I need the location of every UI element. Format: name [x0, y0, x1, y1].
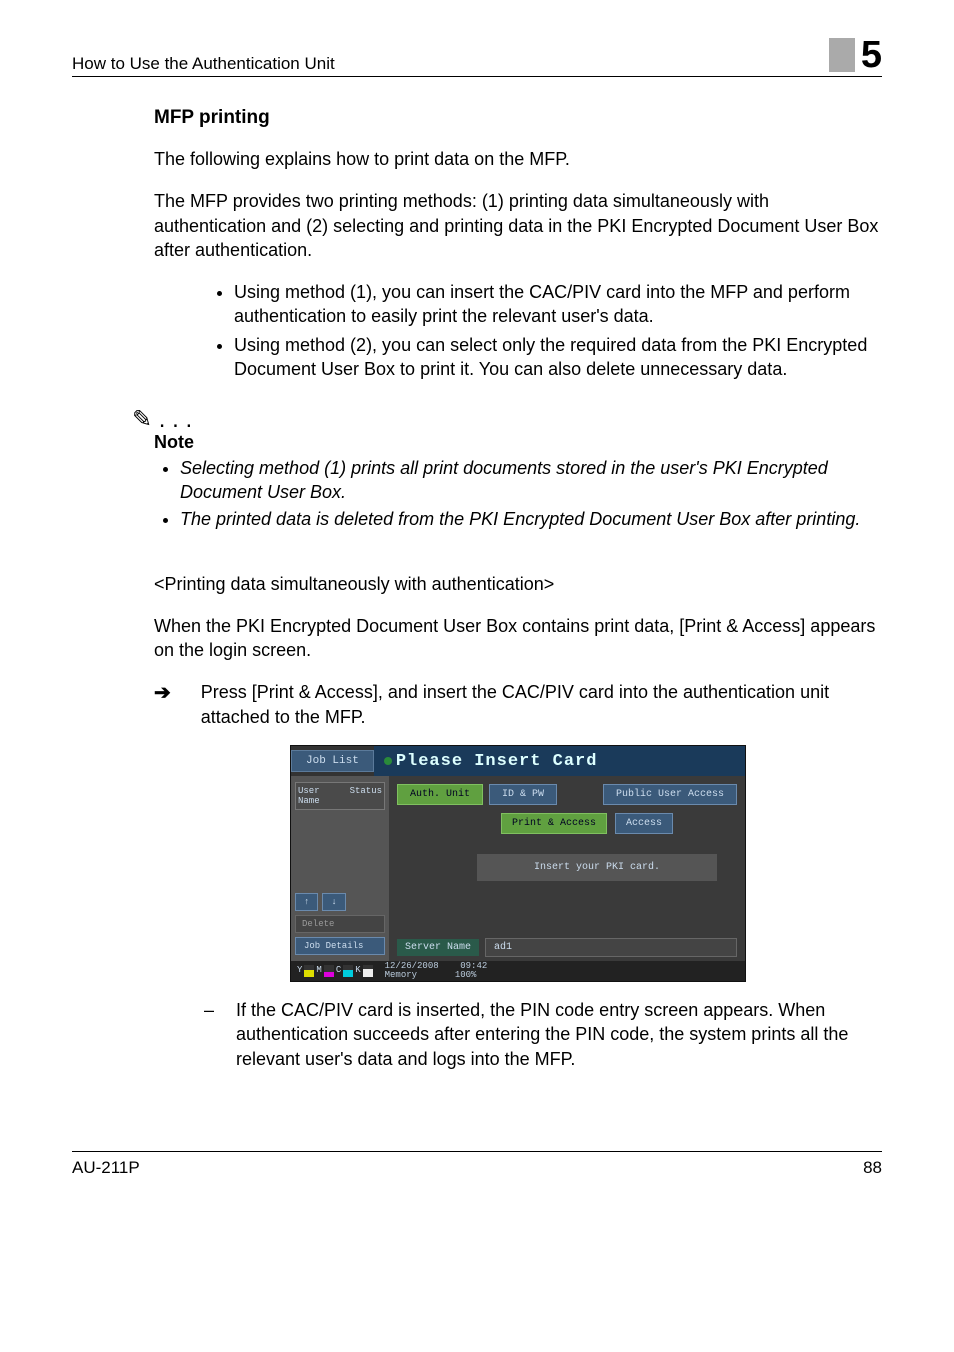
scroll-up-button[interactable]: ↑: [295, 893, 318, 911]
bullet-list: Using method (1), you can insert the CAC…: [154, 280, 882, 381]
step-row: ➔ Press [Print & Access], and insert the…: [154, 680, 882, 729]
col-user: UserName: [298, 786, 320, 806]
toner-levels: Y M C K: [291, 965, 379, 977]
note-list: Selecting method (1) prints all print do…: [154, 457, 882, 531]
toner-y-icon: [304, 965, 314, 977]
paragraph: When the PKI Encrypted Document User Box…: [154, 614, 882, 663]
header-title: How to Use the Authentication Unit: [72, 54, 335, 74]
tab-public-access[interactable]: Public User Access: [603, 784, 737, 805]
bullet-item: Using method (2), you can select only th…: [234, 333, 882, 382]
toner-c-icon: [343, 965, 353, 977]
scroll-down-button[interactable]: ↓: [322, 893, 345, 911]
access-button[interactable]: Access: [615, 813, 673, 834]
toner-m-label: M: [316, 965, 321, 977]
dash-icon: –: [204, 998, 214, 1071]
tab-id-pw[interactable]: ID & PW: [489, 784, 557, 805]
note-item: The printed data is deleted from the PKI…: [180, 508, 882, 531]
section-heading: MFP printing: [154, 107, 882, 129]
page-header: How to Use the Authentication Unit 5: [72, 36, 882, 77]
server-name-value[interactable]: ad1: [485, 938, 737, 957]
subheading: <Printing data simultaneously with authe…: [154, 572, 882, 596]
print-access-button[interactable]: Print & Access: [501, 813, 607, 834]
delete-button[interactable]: Delete: [295, 915, 385, 933]
job-list-tab[interactable]: Job List: [291, 750, 374, 772]
step-text: Press [Print & Access], and insert the C…: [201, 680, 882, 729]
tab-auth-unit[interactable]: Auth. Unit: [397, 784, 483, 805]
toner-c-label: C: [336, 965, 341, 977]
toner-k-label: K: [355, 965, 360, 977]
col-status: Status: [350, 786, 382, 806]
note-icon: ✎ . . .: [132, 405, 882, 434]
toner-m-icon: [324, 965, 334, 977]
note-label: Note: [154, 432, 882, 453]
footer-datetime: 12/26/2008 09:42 Memory 100%: [379, 962, 494, 980]
footer-model: AU-211P: [72, 1158, 140, 1178]
bullet-item: Using method (1), you can insert the CAC…: [234, 280, 882, 329]
server-name-label: Server Name: [397, 939, 479, 956]
job-details-button[interactable]: Job Details: [295, 937, 385, 955]
substep-text: If the CAC/PIV card is inserted, the PIN…: [236, 998, 882, 1071]
arrow-icon: ➔: [154, 680, 171, 729]
note-item: Selecting method (1) prints all print do…: [180, 457, 882, 504]
footer-page: 88: [863, 1158, 882, 1178]
toner-k-icon: [363, 965, 373, 977]
toner-y-label: Y: [297, 965, 302, 977]
paragraph: The MFP provides two printing methods: (…: [154, 189, 882, 262]
mfp-screenshot: Job List Please Insert Card UserName Sta…: [290, 745, 746, 982]
mfp-sidebar: UserName Status ↑ ↓ Delete Job Details: [291, 776, 389, 961]
header-band: [829, 38, 855, 72]
paragraph: The following explains how to print data…: [154, 147, 882, 171]
mfp-title: Please Insert Card: [374, 746, 745, 776]
substep-row: – If the CAC/PIV card is inserted, the P…: [204, 998, 882, 1071]
chapter-number: 5: [861, 36, 882, 74]
insert-card-message: Insert your PKI card.: [477, 854, 717, 881]
page-footer: AU-211P 88: [72, 1151, 882, 1178]
